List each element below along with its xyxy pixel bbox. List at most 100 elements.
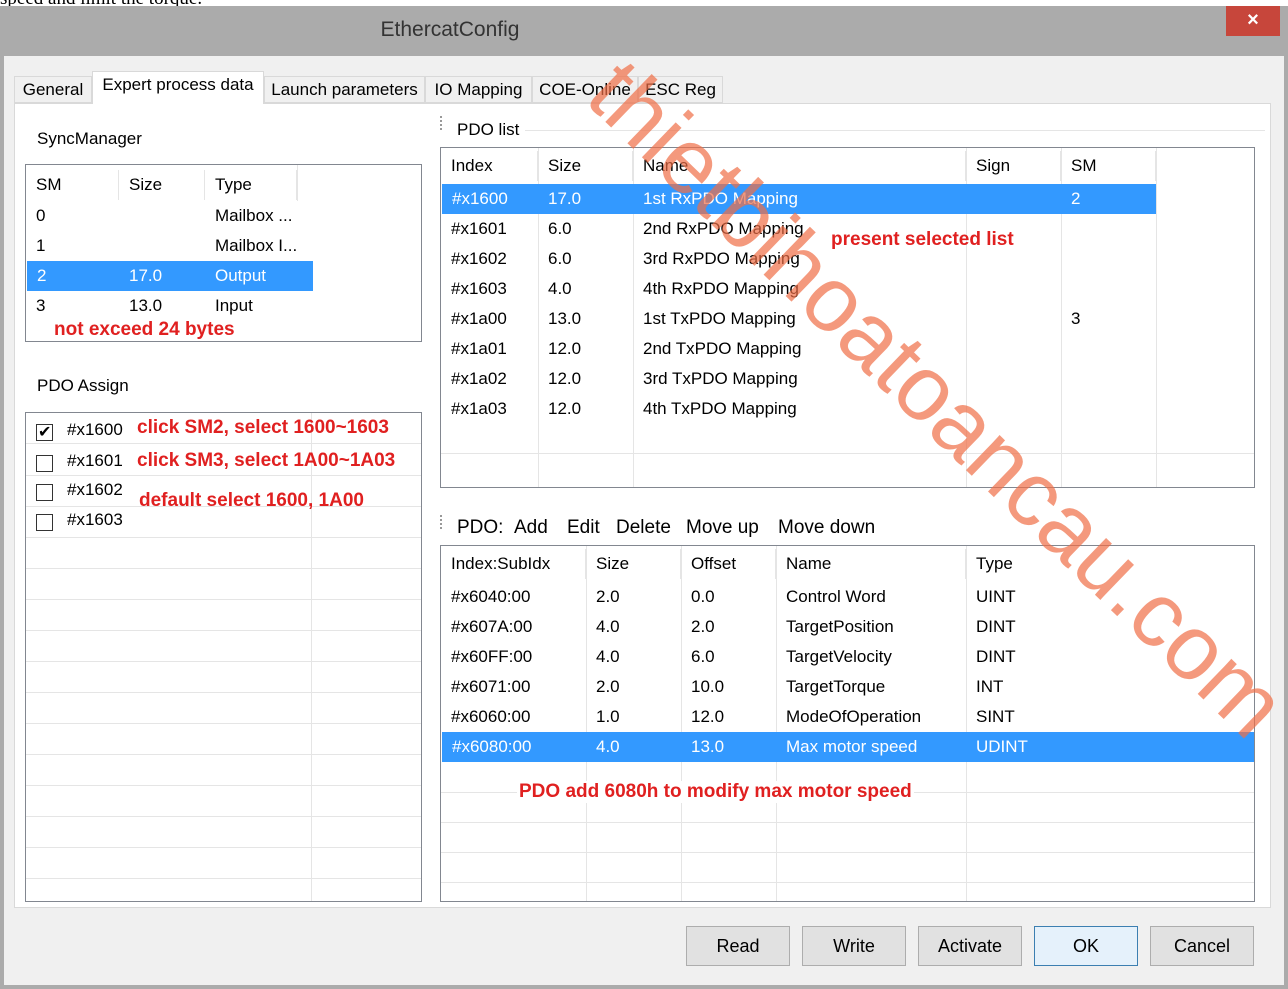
pdo-assign-item-label: #x1600 (67, 420, 123, 439)
syncmanager-grid[interactable]: SM Size Type 0 Mailbox ... 1 Mailbox I..… (25, 164, 422, 342)
index-subidx-col-header[interactable]: Index:SubIdx (441, 549, 586, 579)
sm-cell: 3 (36, 296, 46, 315)
entry-index-cell: #x607A:00 (451, 617, 533, 636)
ethercat-config-window: EthercatConfig × General Expert process … (0, 6, 1288, 989)
size-col-header[interactable]: Size (538, 151, 633, 181)
sign-col-header[interactable]: Sign (966, 151, 1061, 181)
entry-type-cell: DINT (976, 617, 1016, 636)
pdo-name-cell: 3rd RxPDO Mapping (643, 249, 800, 268)
pdo-1603-checkbox[interactable] (36, 514, 53, 531)
pdo-size-cell: 12.0 (548, 399, 582, 418)
entry-offset-cell: 2.0 (691, 617, 715, 636)
size-cell: 17.0 (129, 266, 163, 285)
entry-size-cell: 4.0 (596, 617, 620, 636)
pdo-delete-button[interactable]: Delete (616, 517, 671, 539)
pdo-list-label: PDO list (457, 120, 520, 139)
size-cell (119, 201, 205, 231)
pdo-assign-list[interactable]: #x1600 #x1601 #x1602 #x1603 click SM2, s… (25, 412, 422, 902)
type-cell: Output (215, 266, 267, 285)
pdo-index-cell: #x1a01 (451, 339, 507, 358)
activate-button[interactable]: Activate (918, 926, 1022, 966)
pdo-1600-checkbox[interactable] (36, 422, 53, 442)
entry-index-cell: #x6060:00 (451, 707, 531, 726)
type-cell: Mailbox I... (215, 236, 297, 255)
name-col-header[interactable]: Name (776, 549, 966, 579)
write-button[interactable]: Write (802, 926, 906, 966)
tab-page-expert-process-data: SyncManager SM Size Type 0 Mailbox ... 1… (14, 103, 1271, 908)
entry-offset-cell: 10.0 (691, 677, 725, 696)
entry-index-cell: #x6071:00 (451, 677, 531, 696)
tab-coe-online[interactable]: COE-Online (532, 76, 638, 103)
pdo-size-cell: 6.0 (548, 249, 572, 268)
pdo-entries-grid[interactable]: Index:SubIdx Size Offset Name Type #x604… (440, 545, 1255, 902)
entry-size-cell: 2.0 (596, 677, 620, 696)
pdo-name-cell: 4th TxPDO Mapping (643, 399, 797, 418)
tab-io-mapping[interactable]: IO Mapping (425, 76, 532, 103)
pdo-1602-checkbox[interactable] (36, 484, 53, 501)
pdo-move-up-button[interactable]: Move up (686, 517, 759, 539)
pdo-edit-button[interactable]: Edit (567, 517, 600, 539)
entry-offset-cell: 0.0 (691, 587, 715, 606)
entry-name-cell: TargetPosition (786, 617, 894, 636)
read-button[interactable]: Read (686, 926, 790, 966)
pdo-index-cell: #x1602 (451, 249, 507, 268)
offset-col-header[interactable]: Offset (681, 549, 776, 579)
tab-expert-process-data[interactable]: Expert process data (92, 71, 264, 104)
type-col-header[interactable]: Type (205, 170, 297, 200)
sm-col-header[interactable]: SM (26, 170, 119, 200)
pdo-assign-item-label: #x1601 (67, 451, 123, 470)
pdo-size-cell: 17.0 (548, 189, 582, 208)
size-cell (119, 231, 205, 261)
pdo-assign-item-label: #x1602 (67, 480, 123, 499)
size-col-header[interactable]: Size (119, 170, 205, 200)
annotation-click-sm2: click SM2, select 1600~1603 (137, 417, 389, 438)
pdo-name-cell: 4th RxPDO Mapping (643, 279, 799, 298)
pdo-index-cell: #x1600 (452, 189, 508, 208)
pdo-name-cell: 1st RxPDO Mapping (643, 189, 798, 208)
entry-type-cell: DINT (976, 647, 1016, 666)
entry-size-cell: 4.0 (596, 737, 620, 756)
pdo-move-down-button[interactable]: Move down (778, 517, 875, 539)
cancel-button[interactable]: Cancel (1150, 926, 1254, 966)
index-col-header[interactable]: Index (441, 151, 538, 181)
entry-size-cell: 1.0 (596, 707, 620, 726)
entry-offset-cell: 13.0 (691, 737, 725, 756)
size-col-header[interactable]: Size (586, 549, 681, 579)
close-button[interactable]: × (1226, 6, 1280, 36)
pdo-add-button[interactable]: Add (514, 517, 548, 539)
syncmanager-label: SyncManager (37, 129, 142, 148)
type-col-header[interactable]: Type (966, 549, 1254, 579)
tab-launch-parameters[interactable]: Launch parameters (264, 76, 425, 103)
pdo-list-row-selected[interactable]: #x1600 17.0 1st RxPDO Mapping 2 (442, 184, 1156, 214)
sm-cell: 2 (37, 266, 47, 285)
pdo-name-cell: 3rd TxPDO Mapping (643, 369, 798, 388)
entry-offset-cell: 12.0 (691, 707, 725, 726)
pdo-list-grip-icon (440, 116, 443, 130)
pdo-index-cell: #x1603 (451, 279, 507, 298)
dialog-client: General Expert process data Launch param… (4, 56, 1284, 985)
pdo-size-cell: 6.0 (548, 219, 572, 238)
pdo-sign-cell (966, 184, 976, 214)
entry-name-cell: ModeOfOperation (786, 707, 922, 726)
ok-button[interactable]: OK (1034, 926, 1138, 966)
pdo-entry-row-selected[interactable]: #x6080:00 4.0 13.0 Max motor speed UDINT (442, 732, 1254, 762)
annotation-pdo-add: PDO add 6080h to modify max motor speed (517, 781, 914, 803)
annotation-default-select: default select 1600, 1A00 (139, 490, 364, 511)
type-cell: Mailbox ... (215, 206, 293, 225)
entry-name-cell: Max motor speed (786, 737, 918, 756)
pdo-list-grid[interactable]: Index Size Name Sign SM #x1600 17.0 1st … (440, 147, 1255, 488)
tab-general[interactable]: General (14, 76, 92, 103)
pdo-index-cell: #x1a00 (451, 309, 507, 328)
pdo-1601-checkbox[interactable] (36, 455, 53, 472)
entry-type-cell: UINT (976, 587, 1016, 606)
sm-row-selected[interactable]: 2 17.0 Output (27, 261, 313, 291)
pdo-name-cell: 2nd TxPDO Mapping (643, 339, 802, 358)
sm-col-header[interactable]: SM (1061, 151, 1156, 181)
name-col-header[interactable]: Name (633, 151, 966, 181)
pdo-index-cell: #x1a02 (451, 369, 507, 388)
entry-name-cell: TargetTorque (786, 677, 886, 696)
tab-esc-reg[interactable]: ESC Reg (638, 76, 723, 103)
pdo-assign-label: PDO Assign (37, 376, 129, 395)
entry-type-cell: INT (976, 677, 1004, 696)
entry-index-cell: #x6040:00 (451, 587, 531, 606)
